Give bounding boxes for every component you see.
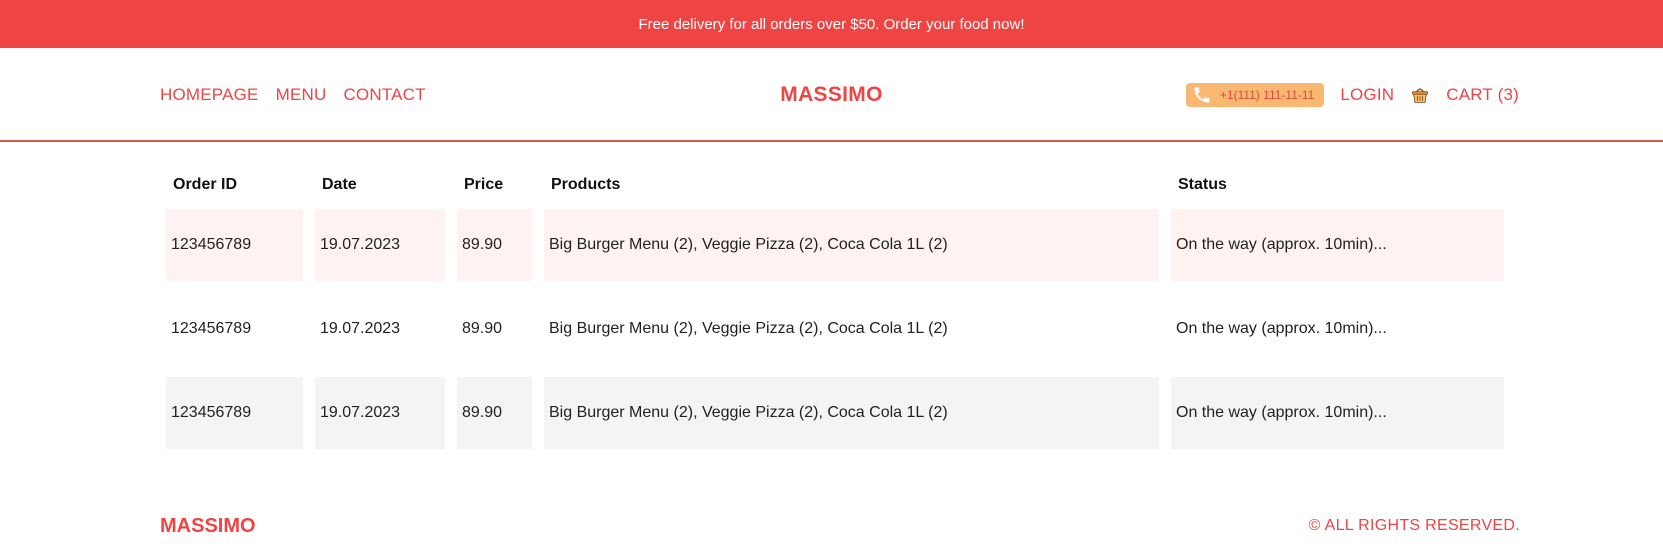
column-header-price: Price bbox=[464, 176, 504, 193]
order-id-cell: 123456789 bbox=[166, 377, 303, 449]
products-cell: Big Burger Menu (2), Veggie Pizza (2), C… bbox=[544, 377, 1159, 449]
phone-button[interactable]: +1(111) 111-11-11 bbox=[1185, 83, 1325, 107]
page-footer: MASSIMO © ALL RIGHTS RESERVED. bbox=[160, 505, 1520, 547]
table-row: 123456789 19.07.2023 89.90 Big Burger Me… bbox=[166, 377, 1516, 449]
products-cell: Big Burger Menu (2), Veggie Pizza (2), C… bbox=[544, 293, 1159, 365]
order-id-cell: 123456789 bbox=[166, 293, 303, 365]
nav-actions: +1(111) 111-11-11 LOGIN CART (3) bbox=[1185, 48, 1519, 142]
footer-logo[interactable]: MASSIMO bbox=[160, 515, 256, 538]
cart-link[interactable]: CART (3) bbox=[1446, 85, 1519, 105]
price-cell: 89.90 bbox=[457, 293, 532, 365]
table-row: 123456789 19.07.2023 89.90 Big Burger Me… bbox=[166, 209, 1516, 281]
table-row: 123456789 19.07.2023 89.90 Big Burger Me… bbox=[166, 293, 1516, 365]
order-id-cell: 123456789 bbox=[166, 209, 303, 281]
products-cell: Big Burger Menu (2), Veggie Pizza (2), C… bbox=[544, 209, 1159, 281]
nav-link-menu[interactable]: MENU bbox=[276, 85, 327, 105]
column-header-products: Products bbox=[551, 176, 621, 193]
promo-banner-text: Free delivery for all orders over $50. O… bbox=[638, 15, 1025, 33]
status-cell: On the way (approx. 10min)... bbox=[1171, 293, 1504, 365]
promo-banner: Free delivery for all orders over $50. O… bbox=[0, 0, 1663, 48]
price-cell: 89.90 bbox=[457, 377, 532, 449]
phone-icon bbox=[1192, 85, 1212, 105]
status-cell: On the way (approx. 10min)... bbox=[1171, 209, 1504, 281]
table-header: Order ID Date Price Products Status bbox=[166, 165, 1516, 205]
nav-link-homepage[interactable]: HOMEPAGE bbox=[160, 85, 259, 105]
column-header-order-id: Order ID bbox=[173, 176, 238, 193]
phone-number: +1(111) 111-11-11 bbox=[1219, 88, 1315, 102]
column-header-date: Date bbox=[322, 176, 357, 193]
orders-table: Order ID Date Price Products Status 1234… bbox=[166, 165, 1516, 461]
footer-copyright: © ALL RIGHTS RESERVED. bbox=[1308, 517, 1520, 534]
column-header-status: Status bbox=[1178, 176, 1227, 193]
nav-link-contact[interactable]: CONTACT bbox=[343, 85, 425, 105]
basket-icon[interactable] bbox=[1410, 85, 1430, 105]
date-cell: 19.07.2023 bbox=[315, 293, 445, 365]
login-link[interactable]: LOGIN bbox=[1340, 85, 1394, 105]
nav-links: HOMEPAGE MENU CONTACT bbox=[160, 48, 426, 142]
date-cell: 19.07.2023 bbox=[315, 209, 445, 281]
site-logo[interactable]: MASSIMO bbox=[780, 83, 882, 107]
date-cell: 19.07.2023 bbox=[315, 377, 445, 449]
status-cell: On the way (approx. 10min)... bbox=[1171, 377, 1504, 449]
price-cell: 89.90 bbox=[457, 209, 532, 281]
top-navigation: HOMEPAGE MENU CONTACT MASSIMO +1(111) 11… bbox=[0, 48, 1663, 142]
